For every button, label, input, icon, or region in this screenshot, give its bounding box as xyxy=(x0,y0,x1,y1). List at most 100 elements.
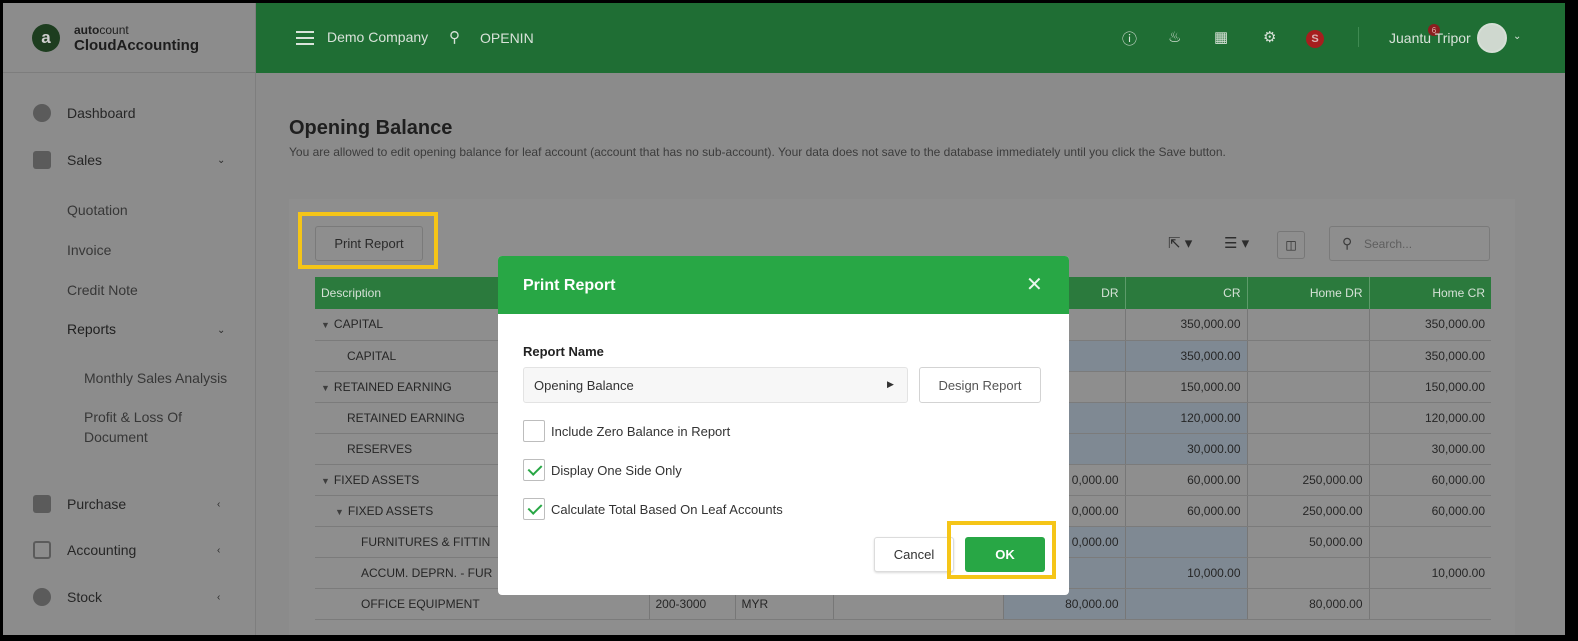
cell-home-dr[interactable] xyxy=(1247,309,1370,341)
search-icon[interactable]: ⚲ xyxy=(449,28,460,46)
caret-down-icon[interactable]: ▼ xyxy=(321,320,330,330)
caret-down-icon[interactable]: ▼ xyxy=(335,507,344,517)
cell-home-cr[interactable]: 350,000.00 xyxy=(1369,309,1491,341)
include-zero-balance-checkbox[interactable] xyxy=(523,420,545,442)
toggle-view-icon[interactable]: ◫ xyxy=(1277,231,1305,259)
sidebar: a autocount CloudAccounting Dashboard Sa… xyxy=(3,3,256,635)
cell-cr[interactable] xyxy=(1125,588,1248,620)
cell-cr[interactable]: 120,000.00 xyxy=(1125,402,1248,434)
caret-down-icon[interactable]: ▼ xyxy=(321,383,330,393)
help-icon[interactable]: ⓘ xyxy=(1122,28,1137,49)
bell-icon[interactable]: ♨ xyxy=(1168,28,1181,46)
cell-cr[interactable]: 30,000.00 xyxy=(1125,433,1248,465)
accounting-icon xyxy=(33,541,51,559)
sidebar-item-reports[interactable]: Reports xyxy=(67,321,116,337)
cell-cr[interactable]: 350,000.00 xyxy=(1125,340,1248,372)
brand-name-bold: auto xyxy=(74,22,100,37)
cell-home-dr[interactable]: 80,000.00 xyxy=(1247,588,1370,620)
sidebar-item-profit-loss-document[interactable]: Profit & Loss Of xyxy=(84,409,182,425)
cell-cr[interactable]: 150,000.00 xyxy=(1125,371,1248,403)
sales-icon xyxy=(33,151,51,169)
display-one-side-checkbox[interactable] xyxy=(523,459,545,481)
design-report-button[interactable]: Design Report xyxy=(919,367,1041,403)
sidebar-item-dashboard[interactable]: Dashboard xyxy=(3,103,256,123)
search-input[interactable]: ⚲ Search... xyxy=(1329,226,1490,261)
sidebar-item-quotation[interactable]: Quotation xyxy=(67,202,128,218)
checkbox-label: Display One Side Only xyxy=(551,463,682,478)
sidebar-item-label: Stock xyxy=(67,589,103,605)
gear-icon[interactable]: ⚙ xyxy=(1263,28,1276,46)
cell-text: OFFICE EQUIPMENT xyxy=(361,596,480,611)
sidebar-item-label: Sales xyxy=(67,152,103,168)
column-menu-icon[interactable]: ☰ ▾ xyxy=(1224,234,1249,252)
sidebar-item-purchase[interactable]: Purchase ‹ xyxy=(3,494,256,514)
chevron-left-icon: ‹ xyxy=(217,591,221,603)
sidebar-item-label: Dashboard xyxy=(67,105,136,121)
cell-cr[interactable]: 60,000.00 xyxy=(1125,464,1248,496)
cell-home-cr[interactable]: 60,000.00 xyxy=(1369,464,1491,496)
search-placeholder: Search... xyxy=(1364,237,1413,251)
sidebar-item-stock[interactable]: Stock ‹ xyxy=(3,587,256,607)
col-cr[interactable]: CR xyxy=(1125,277,1248,309)
company-selector[interactable]: Demo Company xyxy=(327,29,428,45)
cell-home-dr[interactable] xyxy=(1247,340,1370,372)
avatar[interactable] xyxy=(1477,23,1507,53)
caret-down-icon[interactable]: ▼ xyxy=(321,476,330,486)
apps-grid-icon[interactable]: ▦ xyxy=(1214,28,1228,46)
purchase-icon xyxy=(33,495,51,513)
export-icon[interactable]: ⇱ ▾ xyxy=(1168,234,1192,252)
cell-home-dr[interactable] xyxy=(1247,371,1370,403)
sidebar-item-invoice[interactable]: Invoice xyxy=(67,242,111,258)
hamburger-menu-icon[interactable] xyxy=(296,31,314,45)
col-home-cr[interactable]: Home CR xyxy=(1369,277,1491,309)
sidebar-item-profit-loss-document-line2[interactable]: Document xyxy=(84,429,148,445)
report-name-select[interactable]: Opening Balance ▶ xyxy=(523,367,908,403)
database-label[interactable]: OPENIN xyxy=(480,30,534,46)
page-title: Opening Balance xyxy=(289,117,453,139)
cell-text: FURNITURES & FITTIN xyxy=(361,534,491,549)
cell-text: CAPITAL xyxy=(333,317,384,332)
cell-home-dr[interactable]: 50,000.00 xyxy=(1247,526,1370,558)
cell-home-cr[interactable]: 120,000.00 xyxy=(1369,402,1491,434)
cell-home-cr[interactable] xyxy=(1369,588,1491,620)
sidebar-item-sales[interactable]: Sales ⌄ xyxy=(3,150,256,170)
report-name-value: Opening Balance xyxy=(534,378,634,393)
chevron-down-icon[interactable]: ⌄ xyxy=(1513,31,1521,42)
col-home-dr[interactable]: Home DR xyxy=(1247,277,1370,309)
cell-home-dr[interactable]: 250,000.00 xyxy=(1247,495,1370,527)
brand-product: CloudAccounting xyxy=(74,36,199,54)
dialog-header: Print Report ✕ xyxy=(498,256,1069,314)
calculate-total-leaf-checkbox[interactable] xyxy=(523,498,545,520)
cell-home-cr[interactable]: 30,000.00 xyxy=(1369,433,1491,465)
brand[interactable]: a autocount CloudAccounting xyxy=(3,3,255,73)
user-name[interactable]: Juantu Tripor xyxy=(1389,30,1471,46)
cell-home-dr[interactable] xyxy=(1247,557,1370,589)
page-description: You are allowed to edit opening balance … xyxy=(289,145,1226,159)
close-icon[interactable]: ✕ xyxy=(1026,272,1043,297)
cell-text: RETAINED EARNING xyxy=(347,410,465,425)
cell-text: ACCUM. DEPRN. - FUR xyxy=(361,565,493,580)
cancel-button[interactable]: Cancel xyxy=(874,537,954,572)
cell-home-dr[interactable] xyxy=(1247,402,1370,434)
brand-logo: a xyxy=(32,23,60,52)
status-badge[interactable]: S xyxy=(1306,30,1324,48)
cell-home-cr[interactable]: 60,000.00 xyxy=(1369,495,1491,527)
sidebar-item-monthly-sales-analysis[interactable]: Monthly Sales Analysis xyxy=(84,370,227,386)
cell-cr[interactable]: 350,000.00 xyxy=(1125,309,1248,341)
sidebar-item-credit-note[interactable]: Credit Note xyxy=(67,282,138,298)
cell-home-cr[interactable]: 10,000.00 xyxy=(1369,557,1491,589)
cell-home-cr[interactable]: 350,000.00 xyxy=(1369,340,1491,372)
cell-cr[interactable]: 60,000.00 xyxy=(1125,495,1248,527)
cell-text: RETAINED EARNING xyxy=(333,379,452,394)
dialog-title: Print Report xyxy=(523,277,616,294)
cell-home-cr[interactable]: 150,000.00 xyxy=(1369,371,1491,403)
cell-text: CAPITAL xyxy=(347,348,397,363)
cell-home-dr[interactable] xyxy=(1247,433,1370,465)
cell-cr[interactable] xyxy=(1125,526,1248,558)
checkbox-label: Include Zero Balance in Report xyxy=(551,424,731,439)
sidebar-item-accounting[interactable]: Accounting ‹ xyxy=(3,540,256,560)
cell-home-cr[interactable] xyxy=(1369,526,1491,558)
cell-cr[interactable]: 10,000.00 xyxy=(1125,557,1248,589)
cell-text: RESERVES xyxy=(347,441,413,456)
cell-home-dr[interactable]: 250,000.00 xyxy=(1247,464,1370,496)
